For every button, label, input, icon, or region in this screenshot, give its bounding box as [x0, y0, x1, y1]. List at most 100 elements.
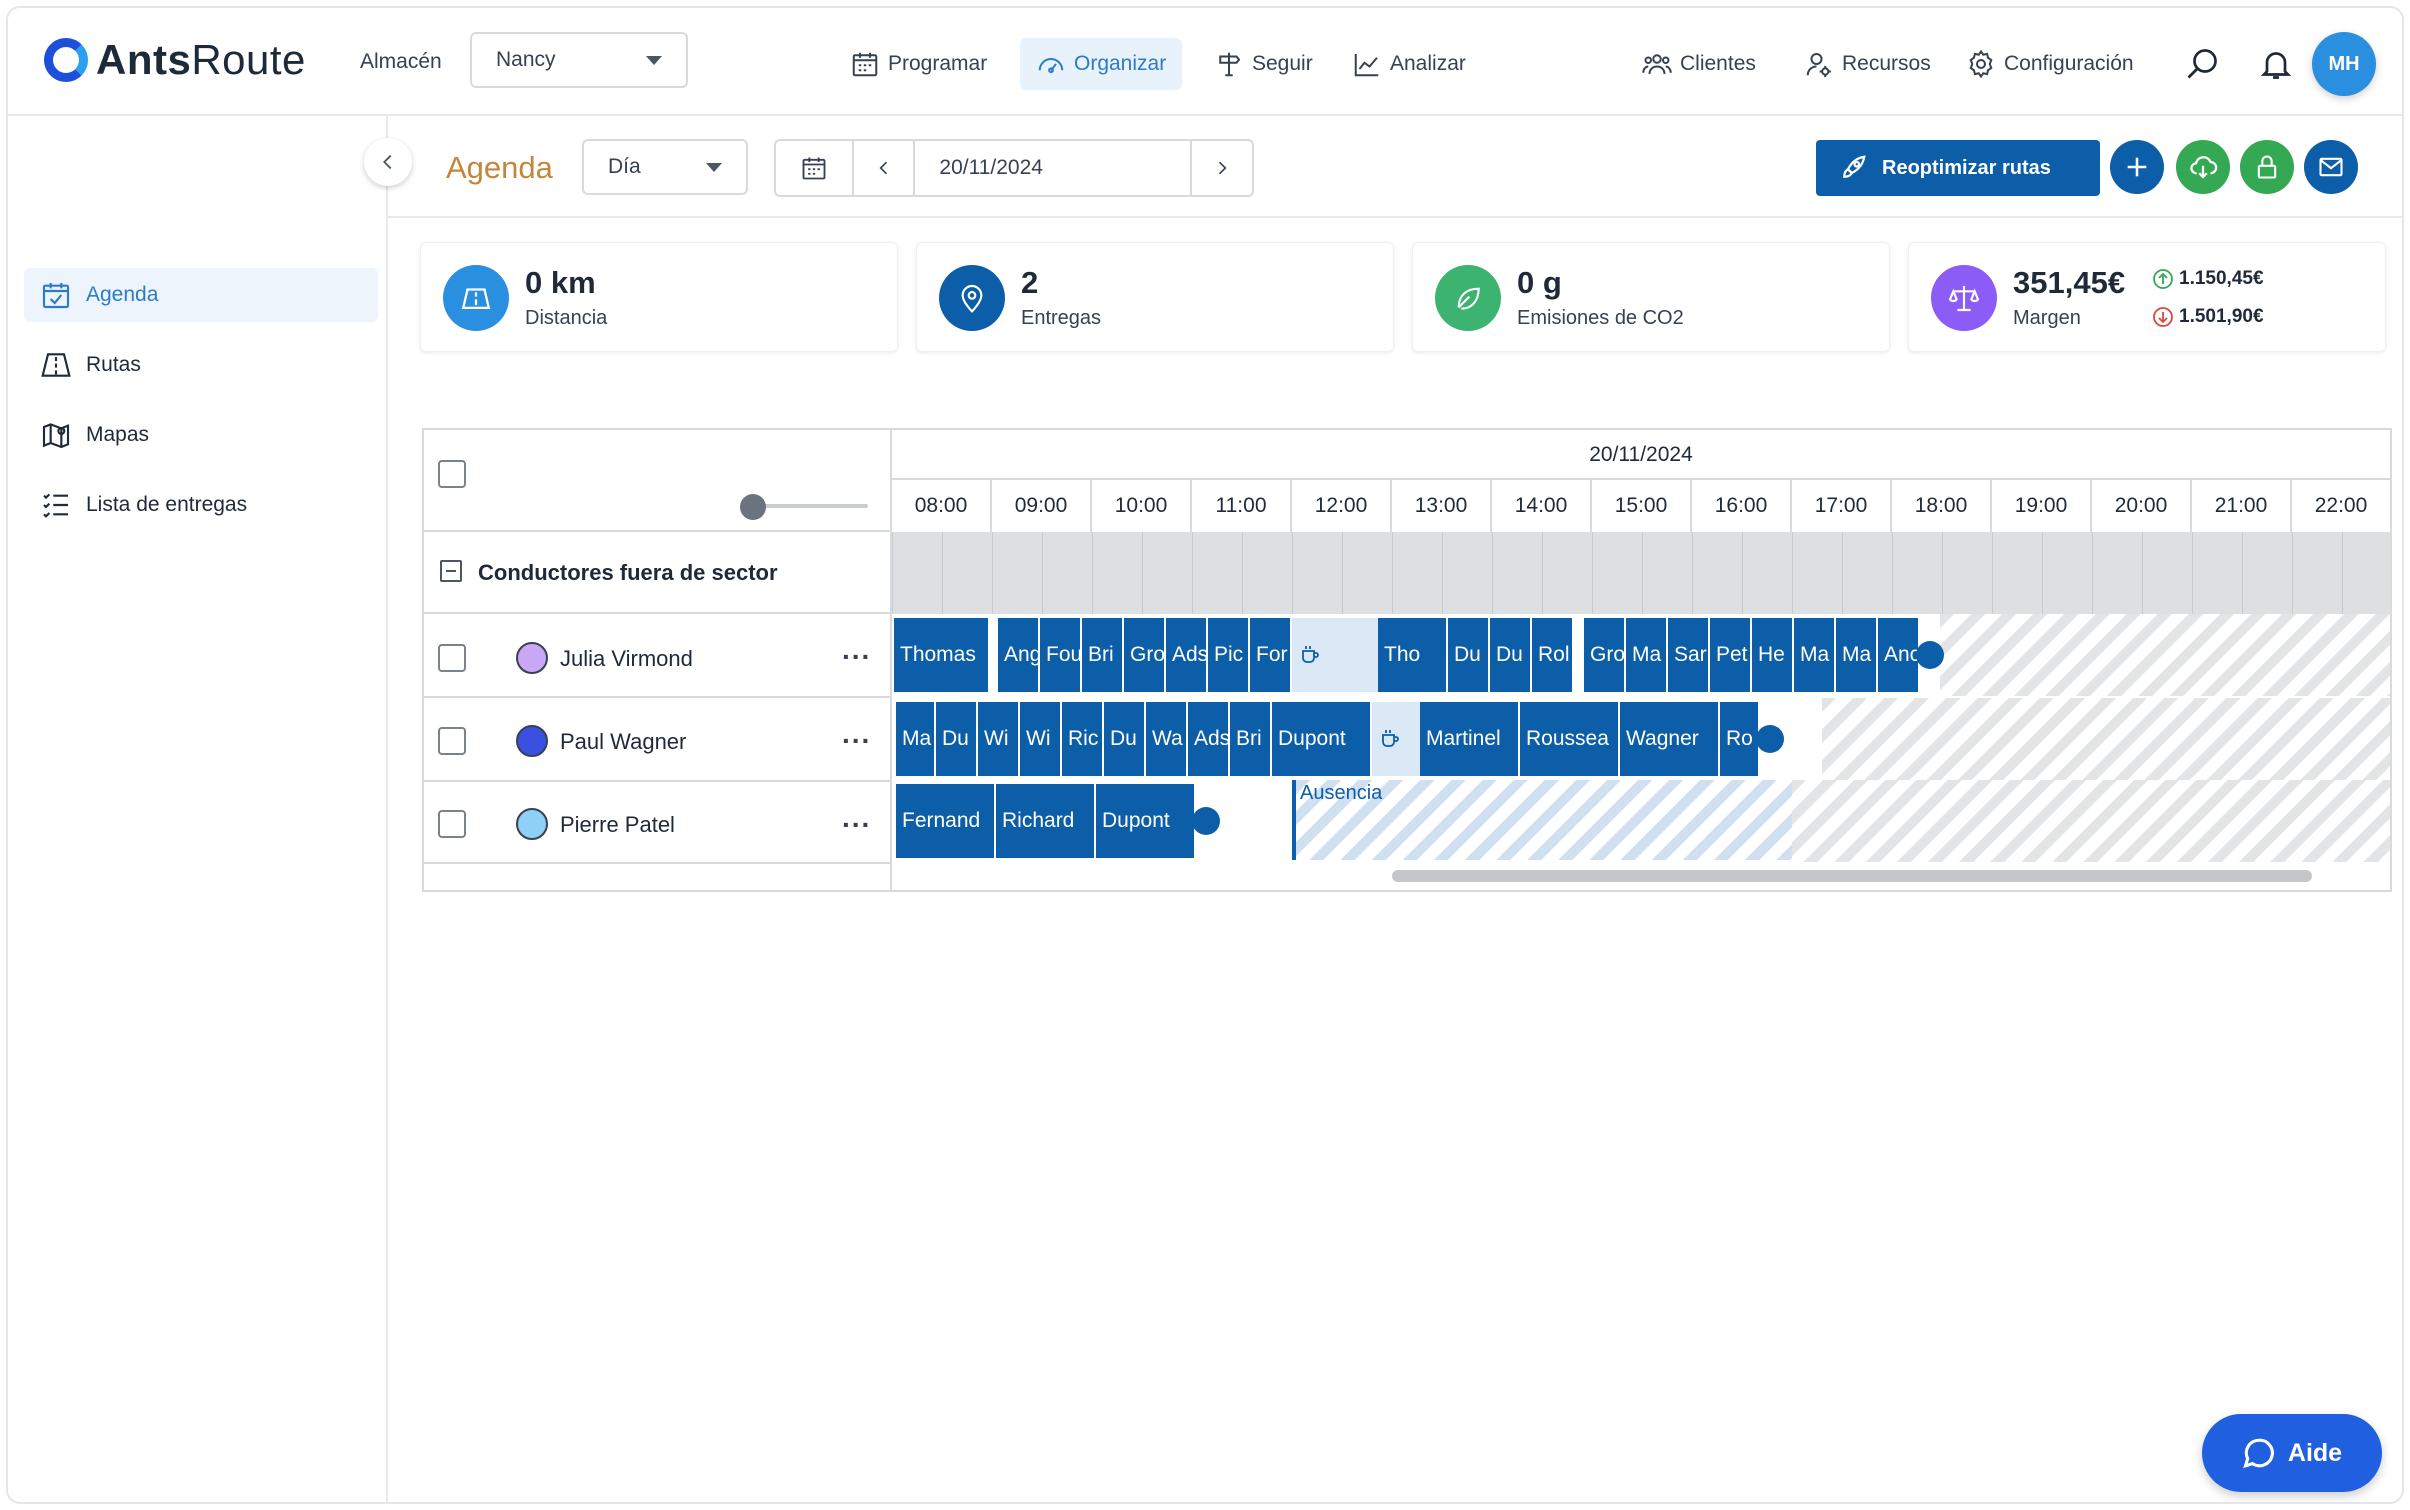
driver-checkbox[interactable] — [438, 644, 466, 672]
help-chat-button[interactable]: Aide — [2202, 1414, 2382, 1492]
grid-line — [1292, 532, 1293, 614]
driver-menu-button[interactable]: ... — [842, 718, 871, 750]
delivery-task-block[interactable]: Rol — [1532, 618, 1574, 692]
delivery-task-block[interactable]: Wagner — [1620, 702, 1720, 776]
delivery-task-block[interactable]: Dupont — [1272, 702, 1372, 776]
nav-configuracion[interactable]: Configuración — [1950, 38, 2150, 90]
kpi-label: Margen — [2013, 307, 2081, 329]
antsroute-logo[interactable]: AntsRoute — [44, 36, 306, 84]
warehouse-select[interactable]: Nancy — [470, 32, 688, 88]
delivery-task-block[interactable]: Du — [1448, 618, 1490, 692]
delivery-task-block[interactable]: Wi — [1020, 702, 1062, 776]
margin-income-value: 1.150,45€ — [2179, 268, 2264, 289]
delivery-task-block[interactable]: Bri — [1230, 702, 1272, 776]
delivery-task-block[interactable]: Ang — [998, 618, 1040, 692]
nav-clientes[interactable]: Clientes — [1626, 38, 1772, 90]
delivery-task-block[interactable]: Martinel — [1420, 702, 1520, 776]
delivery-task-block[interactable]: Wi — [978, 702, 1020, 776]
delivery-task-block[interactable]: Ads — [1188, 702, 1230, 776]
road-icon — [41, 353, 71, 377]
hour-label: 09:00 — [992, 480, 1092, 532]
nav-programar[interactable]: Programar — [834, 38, 1003, 90]
sidebar-item-label: Agenda — [86, 283, 159, 306]
grid-line — [1742, 532, 1743, 614]
delivery-task-block[interactable]: For — [1250, 618, 1292, 692]
delivery-task-block[interactable]: Anc — [1878, 618, 1920, 692]
arrow-up-circle-icon — [2153, 269, 2173, 289]
view-select[interactable]: Día — [582, 139, 748, 195]
lock-button[interactable] — [2240, 140, 2294, 194]
delivery-task-block[interactable]: Roussea — [1520, 702, 1620, 776]
route-end-marker[interactable] — [1756, 725, 1784, 753]
calendar-picker-button[interactable] — [776, 141, 854, 195]
plus-icon — [2127, 157, 2147, 177]
delivery-task-block[interactable]: Fernand — [896, 784, 996, 858]
delivery-task-block[interactable]: Du — [936, 702, 978, 776]
prev-day-button[interactable] — [854, 141, 916, 195]
sidebar-item-agenda[interactable]: Agenda — [24, 268, 378, 322]
delivery-task-block[interactable]: Du — [1104, 702, 1146, 776]
delivery-task-block[interactable]: Tho — [1378, 618, 1448, 692]
nav-analizar-label: Analizar — [1390, 52, 1466, 75]
sidebar-collapse-button[interactable] — [364, 138, 412, 186]
hour-label: 08:00 — [892, 480, 992, 532]
break-block[interactable] — [1372, 702, 1420, 776]
delivery-task-block[interactable]: Ric — [1062, 702, 1104, 776]
map-icon — [42, 423, 70, 449]
add-button[interactable] — [2110, 140, 2164, 194]
delivery-task-block[interactable]: Gro — [1584, 618, 1626, 692]
top-navbar: AntsRoute Almacén Nancy Programar Organi… — [8, 8, 2402, 116]
nav-analizar[interactable]: Analizar — [1336, 38, 1482, 90]
driver-checkbox[interactable] — [438, 727, 466, 755]
cloud-download-button[interactable] — [2176, 140, 2230, 194]
break-block[interactable] — [1292, 618, 1378, 692]
driver-menu-button[interactable]: ... — [842, 634, 871, 666]
delivery-task-block[interactable]: Sar — [1668, 618, 1710, 692]
delivery-task-block[interactable]: Du — [1490, 618, 1532, 692]
delivery-task-block[interactable]: Fou — [1040, 618, 1082, 692]
timeline-horizontal-scrollbar[interactable] — [1392, 870, 2312, 882]
sidebar-item-mapas[interactable]: Mapas — [24, 408, 378, 462]
zoom-slider-handle[interactable] — [740, 494, 766, 520]
delivery-task-block[interactable]: Richard — [996, 784, 1096, 858]
hour-label: 19:00 — [1992, 480, 2092, 532]
delivery-task-block[interactable]: He — [1752, 618, 1794, 692]
delivery-task-block[interactable]: Dupont — [1096, 784, 1196, 858]
divider — [424, 612, 892, 614]
driver-menu-button[interactable]: ... — [842, 802, 871, 834]
sidebar-item-rutas[interactable]: Rutas — [24, 338, 378, 392]
delivery-task-block[interactable]: Pet — [1710, 618, 1752, 692]
driver-checkbox[interactable] — [438, 810, 466, 838]
search-icon[interactable] — [2184, 46, 2220, 82]
route-end-marker[interactable] — [1192, 807, 1220, 835]
delivery-task-block[interactable]: Ma — [1794, 618, 1836, 692]
delivery-task-block[interactable]: Gro — [1124, 618, 1166, 692]
grid-line — [1692, 532, 1693, 614]
calendar-icon — [802, 157, 826, 180]
route-end-marker[interactable] — [1916, 641, 1944, 669]
grid-line — [1242, 532, 1243, 614]
delivery-task-block[interactable]: Ma — [896, 702, 936, 776]
delivery-task-block[interactable]: Ads — [1166, 618, 1208, 692]
hour-label: 17:00 — [1792, 480, 1892, 532]
delivery-task-block[interactable]: Ma — [1836, 618, 1878, 692]
next-day-button[interactable] — [1192, 141, 1252, 195]
kpi-label: Entregas — [1021, 307, 1102, 329]
select-all-checkbox[interactable] — [438, 460, 466, 488]
email-button[interactable] — [2304, 140, 2358, 194]
delivery-task-block[interactable]: Thomas — [894, 618, 990, 692]
bell-icon[interactable] — [2258, 46, 2294, 82]
sidebar-item-lista-entregas[interactable]: Lista de entregas — [24, 478, 378, 532]
nav-recursos[interactable]: Recursos — [1788, 38, 1947, 90]
date-input[interactable]: 20/11/2024 — [915, 141, 1193, 195]
nav-organizar[interactable]: Organizar — [1020, 38, 1183, 90]
delivery-task-block[interactable]: Ro — [1720, 702, 1760, 776]
delivery-task-block[interactable]: Pic — [1208, 618, 1250, 692]
delivery-task-block[interactable]: Wa — [1146, 702, 1188, 776]
reoptimize-routes-button[interactable]: Reoptimizar rutas — [1816, 140, 2100, 196]
nav-seguir[interactable]: Seguir — [1198, 38, 1329, 90]
delivery-task-block[interactable]: Bri — [1082, 618, 1124, 692]
collapse-group-icon[interactable] — [440, 560, 462, 582]
user-avatar[interactable]: MH — [2312, 32, 2376, 96]
delivery-task-block[interactable]: Ma — [1626, 618, 1668, 692]
